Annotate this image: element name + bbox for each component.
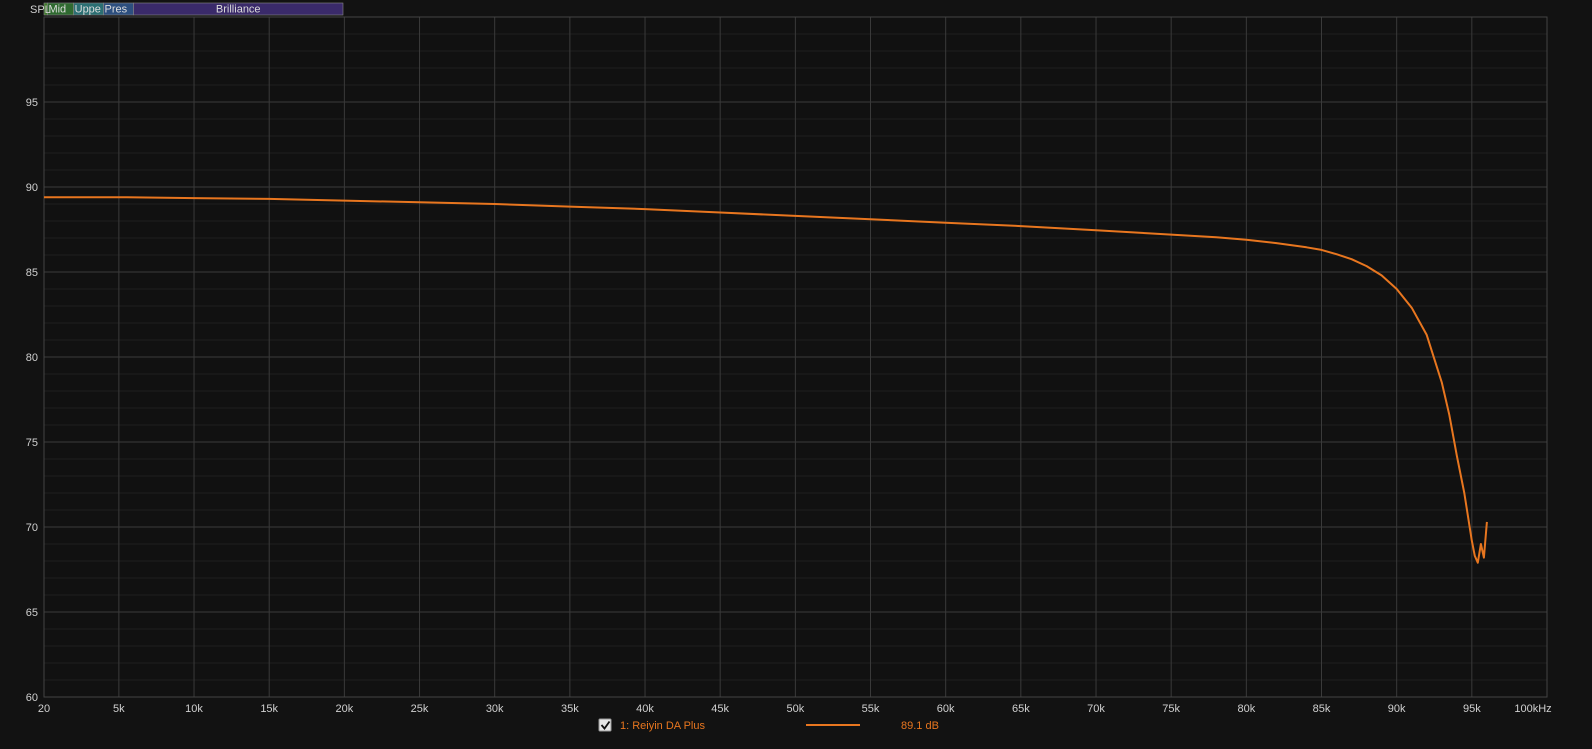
- band-label: Mid: [48, 4, 66, 16]
- x-tick-label: 20: [38, 703, 50, 715]
- band-label: Uppe: [75, 4, 101, 16]
- x-tick-label: 65k: [1012, 703, 1030, 715]
- y-tick-label: 75: [26, 437, 38, 449]
- x-tick-label: 35k: [561, 703, 579, 715]
- x-tick-label: 45k: [711, 703, 729, 715]
- x-tick-label: 90k: [1388, 703, 1406, 715]
- x-tick-label: 55k: [862, 703, 880, 715]
- x-tick-label: 40k: [636, 703, 654, 715]
- x-tick-label: 20k: [335, 703, 353, 715]
- x-tick-label: 10k: [185, 703, 203, 715]
- x-tick-label: 50k: [786, 703, 804, 715]
- frequency-bands: Mid Uppe Pres Brilliance: [43, 2, 344, 16]
- band-label: Brilliance: [216, 4, 261, 16]
- legend-label: 1: Reiyin DA Plus: [620, 720, 705, 732]
- x-tick-label: 70k: [1087, 703, 1105, 715]
- x-tick-label: 80k: [1237, 703, 1255, 715]
- legend-value: 89.1 dB: [901, 720, 939, 732]
- y-tick-label: 95: [26, 97, 38, 109]
- x-tick-label: 15k: [260, 703, 278, 715]
- x-tick-label: 60k: [937, 703, 955, 715]
- x-tick-label: 100kHz: [1514, 703, 1551, 715]
- grid-major: [43, 17, 1548, 698]
- x-tick-label: 25k: [411, 703, 429, 715]
- y-tick-label: 85: [26, 267, 38, 279]
- frequency-response-chart: Mid Uppe Pres Brilliance SPL 60 65 70 75 80 85 90…: [0, 0, 1592, 749]
- y-tick-label: 80: [26, 352, 38, 364]
- y-tick-label: 60: [26, 692, 38, 704]
- x-axis-ticks: 20 5k 10k 15k 20k 25k 30k 35k 40k 45k 50k 55k 60k 65k…: [38, 703, 1552, 715]
- x-tick-label: 75k: [1162, 703, 1180, 715]
- x-tick-label: 5k: [113, 703, 125, 715]
- y-tick-label: 90: [26, 182, 38, 194]
- y-tick-label: 70: [26, 522, 38, 534]
- x-tick-label: 95k: [1463, 703, 1481, 715]
- y-axis-label: SPL: [30, 4, 51, 16]
- band-label: Pres: [105, 4, 128, 16]
- x-tick-label: 30k: [486, 703, 504, 715]
- y-tick-label: 65: [26, 607, 38, 619]
- x-tick-label: 85k: [1313, 703, 1331, 715]
